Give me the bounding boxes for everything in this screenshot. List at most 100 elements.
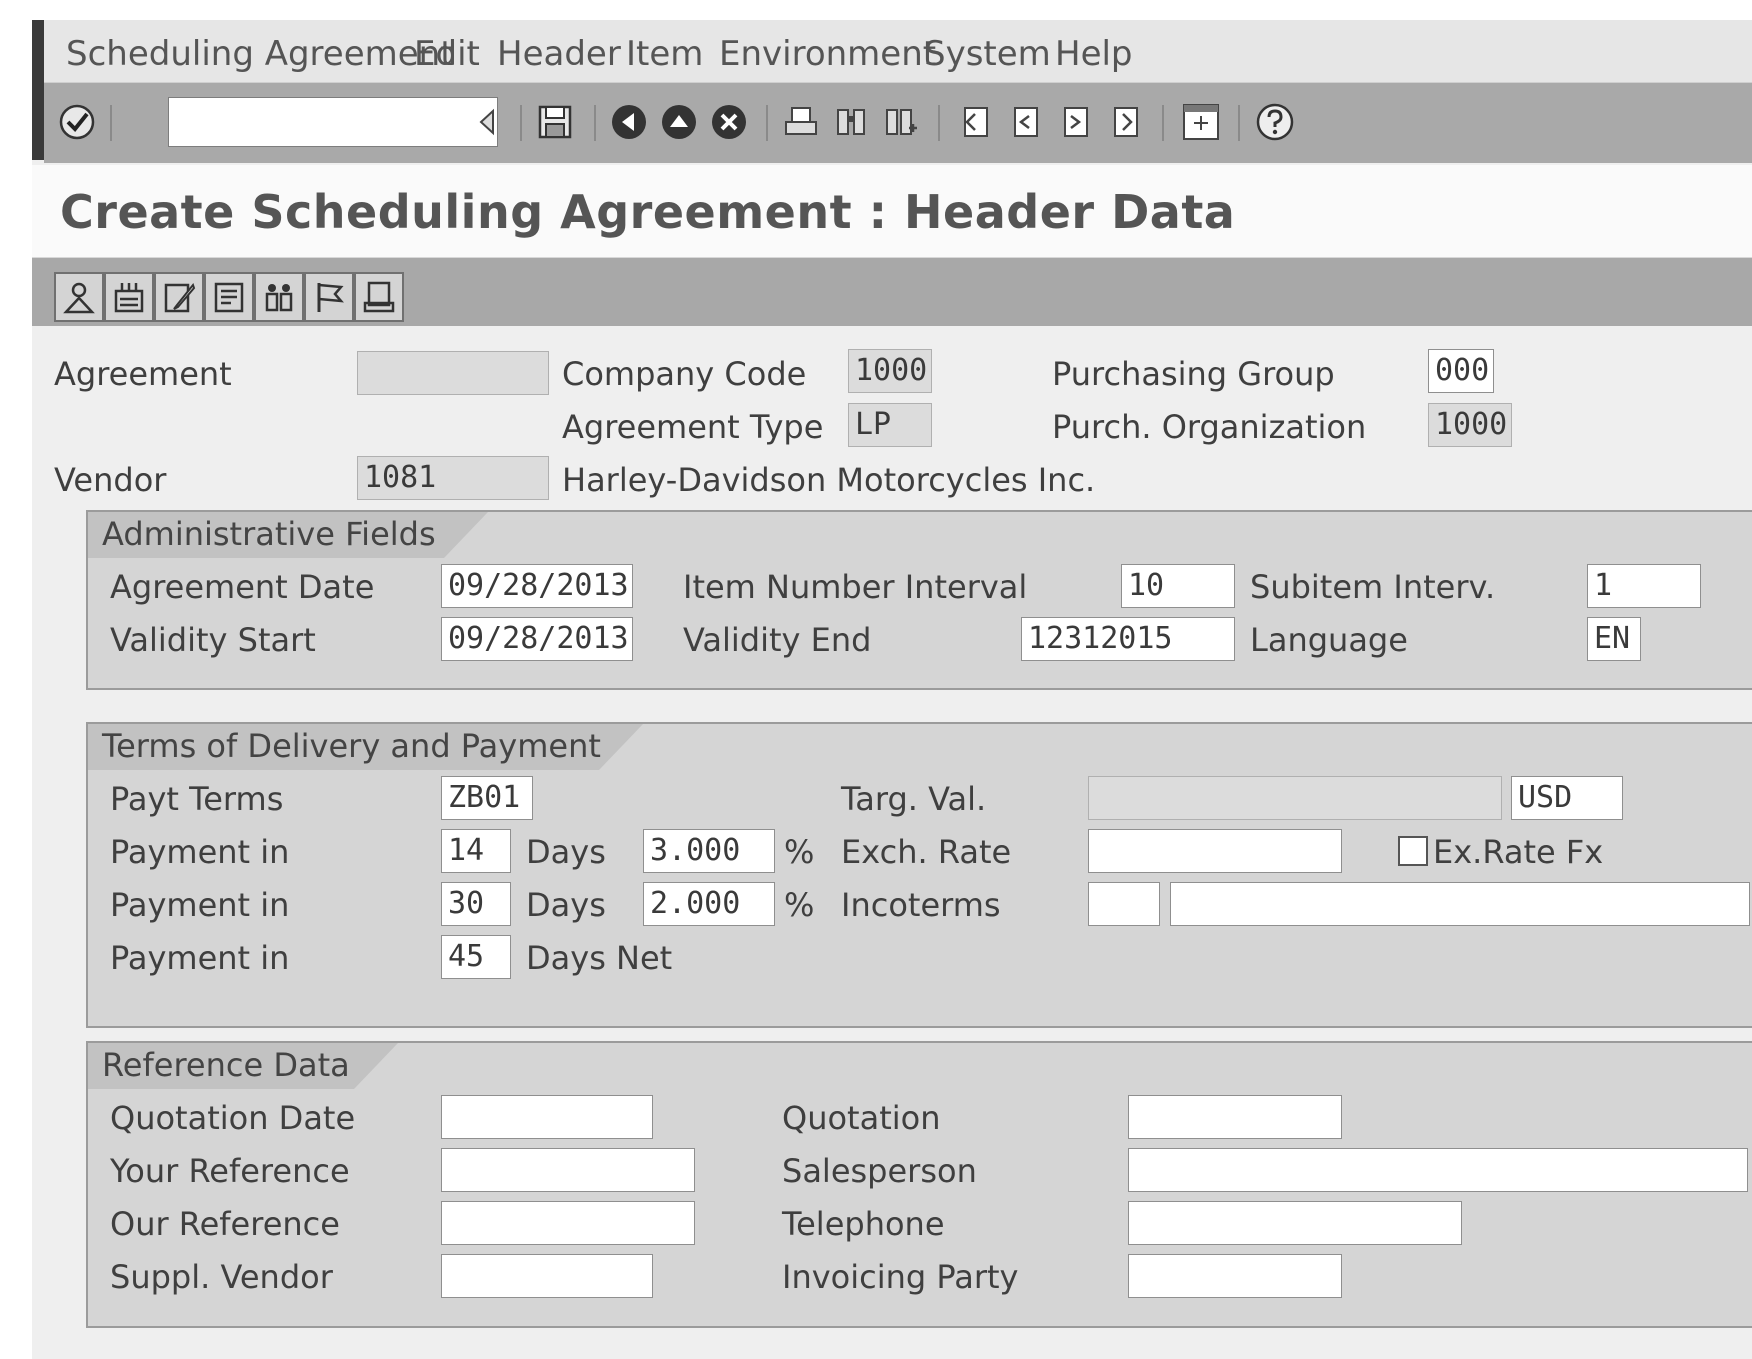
application-toolbar [32, 258, 1752, 326]
texts-icon[interactable] [154, 272, 204, 322]
incoterms-code-field[interactable] [1088, 882, 1160, 926]
payment-days-field[interactable]: 14 [441, 829, 511, 873]
conditions-icon[interactable] [104, 272, 154, 322]
quotation-label: Quotation [782, 1099, 941, 1137]
terms-of-delivery-title: Terms of Delivery and Payment [88, 724, 643, 770]
payment-percent-field[interactable]: 3.000 [643, 829, 775, 873]
vendor-label: Vendor [54, 461, 167, 499]
targ-val-label: Targ. Val. [841, 780, 987, 818]
administrative-fields-group: Administrative Fields Agreement Date 09/… [86, 510, 1752, 690]
percent-sign: % [784, 886, 815, 924]
menu-item[interactable]: Item [626, 34, 703, 74]
toolbar-separator [766, 105, 768, 141]
telephone-field[interactable] [1128, 1201, 1462, 1245]
menu-scheduling-agreement[interactable]: Scheduling Agreement [66, 34, 454, 74]
previous-page-icon[interactable] [1006, 103, 1044, 141]
administrative-fields-title: Administrative Fields [88, 512, 488, 558]
toolbar-separator [1238, 105, 1240, 141]
your-reference-label: Your Reference [110, 1152, 350, 1190]
payment-in-label: Payment in [110, 886, 290, 924]
find-icon[interactable] [832, 103, 870, 141]
quotation-date-label: Quotation Date [110, 1099, 356, 1137]
menu-edit[interactable]: Edit [414, 34, 480, 74]
incoterms-location-field[interactable] [1170, 882, 1750, 926]
menu-environment[interactable]: Environment [719, 34, 936, 74]
reference-data-group: Reference Data Quotation Date Quotation … [86, 1041, 1752, 1328]
menu-system[interactable]: System [924, 34, 1051, 74]
suppl-vendor-label: Suppl. Vendor [110, 1258, 333, 1296]
payment-days-field[interactable]: 30 [441, 882, 511, 926]
first-page-icon[interactable] [956, 103, 994, 141]
purch-organization-label: Purch. Organization [1052, 408, 1367, 446]
help-icon[interactable] [1256, 103, 1294, 141]
print-icon[interactable] [782, 103, 820, 141]
payt-terms-field[interactable]: ZB01 [441, 776, 533, 820]
messages-icon[interactable] [254, 272, 304, 322]
exch-rate-label: Exch. Rate [841, 833, 1012, 871]
toolbar-separator [1162, 105, 1164, 141]
agreement-date-field[interactable]: 09/28/2013 [441, 564, 633, 608]
our-reference-field[interactable] [441, 1201, 695, 1245]
suppl-vendor-field[interactable] [441, 1254, 653, 1298]
payt-terms-label: Payt Terms [110, 780, 284, 818]
window-edge [32, 20, 44, 160]
vendor-field: 1081 [357, 456, 549, 500]
find-next-icon[interactable] [882, 103, 920, 141]
exit-icon[interactable] [660, 103, 698, 141]
days-net-label: Days Net [526, 939, 673, 977]
reference-data-title: Reference Data [88, 1043, 398, 1089]
toolbar-separator [938, 105, 940, 141]
next-page-icon[interactable] [1056, 103, 1094, 141]
menu-help[interactable]: Help [1055, 34, 1133, 74]
purchasing-group-label: Purchasing Group [1052, 355, 1335, 393]
validity-start-field[interactable]: 09/28/2013 [441, 617, 633, 661]
command-field[interactable] [168, 97, 498, 147]
currency-field[interactable]: USD [1511, 776, 1623, 820]
title-bar: Create Scheduling Agreement : Header Dat… [32, 165, 1752, 258]
language-field[interactable]: EN [1587, 617, 1641, 661]
last-page-icon[interactable] [1106, 103, 1144, 141]
days-label: Days [526, 833, 606, 871]
our-reference-label: Our Reference [110, 1205, 340, 1243]
validity-end-field[interactable]: 12312015 [1021, 617, 1235, 661]
exch-rate-field[interactable] [1088, 829, 1342, 873]
salesperson-field[interactable] [1128, 1148, 1748, 1192]
back-arrow-icon[interactable] [468, 103, 506, 141]
validity-start-label: Validity Start [110, 621, 316, 659]
toolbar-separator [520, 105, 522, 141]
menu-bar: Scheduling Agreement Edit Header Item En… [44, 20, 1752, 83]
your-reference-field[interactable] [441, 1148, 695, 1192]
validity-end-label: Validity End [683, 621, 872, 659]
subitem-interval-field[interactable]: 1 [1587, 564, 1701, 608]
invoicing-party-label: Invoicing Party [782, 1258, 1019, 1296]
partners-icon[interactable] [54, 272, 104, 322]
agreement-label: Agreement [54, 355, 232, 393]
cancel-icon[interactable] [710, 103, 748, 141]
document-overview-icon[interactable] [204, 272, 254, 322]
payment-in-label: Payment in [110, 833, 290, 871]
vendor-name: Harley-Davidson Motorcycles Inc. [562, 461, 1096, 499]
payment-percent-field[interactable]: 2.000 [643, 882, 775, 926]
quotation-field[interactable] [1128, 1095, 1342, 1139]
exrate-fixed-label: Ex.Rate Fx [1433, 833, 1604, 871]
print-preview-icon[interactable] [354, 272, 404, 322]
toolbar-separator [110, 105, 112, 141]
percent-sign: % [784, 833, 815, 871]
language-label: Language [1250, 621, 1408, 659]
payment-days-field[interactable]: 45 [441, 935, 511, 979]
enter-icon[interactable] [58, 103, 96, 141]
exrate-fixed-checkbox[interactable] [1398, 836, 1428, 866]
menu-header[interactable]: Header [497, 34, 621, 74]
quotation-date-field[interactable] [441, 1095, 653, 1139]
invoicing-party-field[interactable] [1128, 1254, 1342, 1298]
back-icon[interactable] [610, 103, 648, 141]
flag-icon[interactable] [304, 272, 354, 322]
save-icon[interactable] [536, 103, 574, 141]
layout-icon[interactable] [1182, 103, 1220, 141]
purch-organization-field: 1000 [1428, 403, 1512, 447]
agreement-date-label: Agreement Date [110, 568, 375, 606]
purchasing-group-field[interactable]: 000 [1428, 349, 1494, 393]
payment-in-label: Payment in [110, 939, 290, 977]
standard-toolbar [44, 83, 1752, 163]
item-number-interval-field[interactable]: 10 [1121, 564, 1235, 608]
